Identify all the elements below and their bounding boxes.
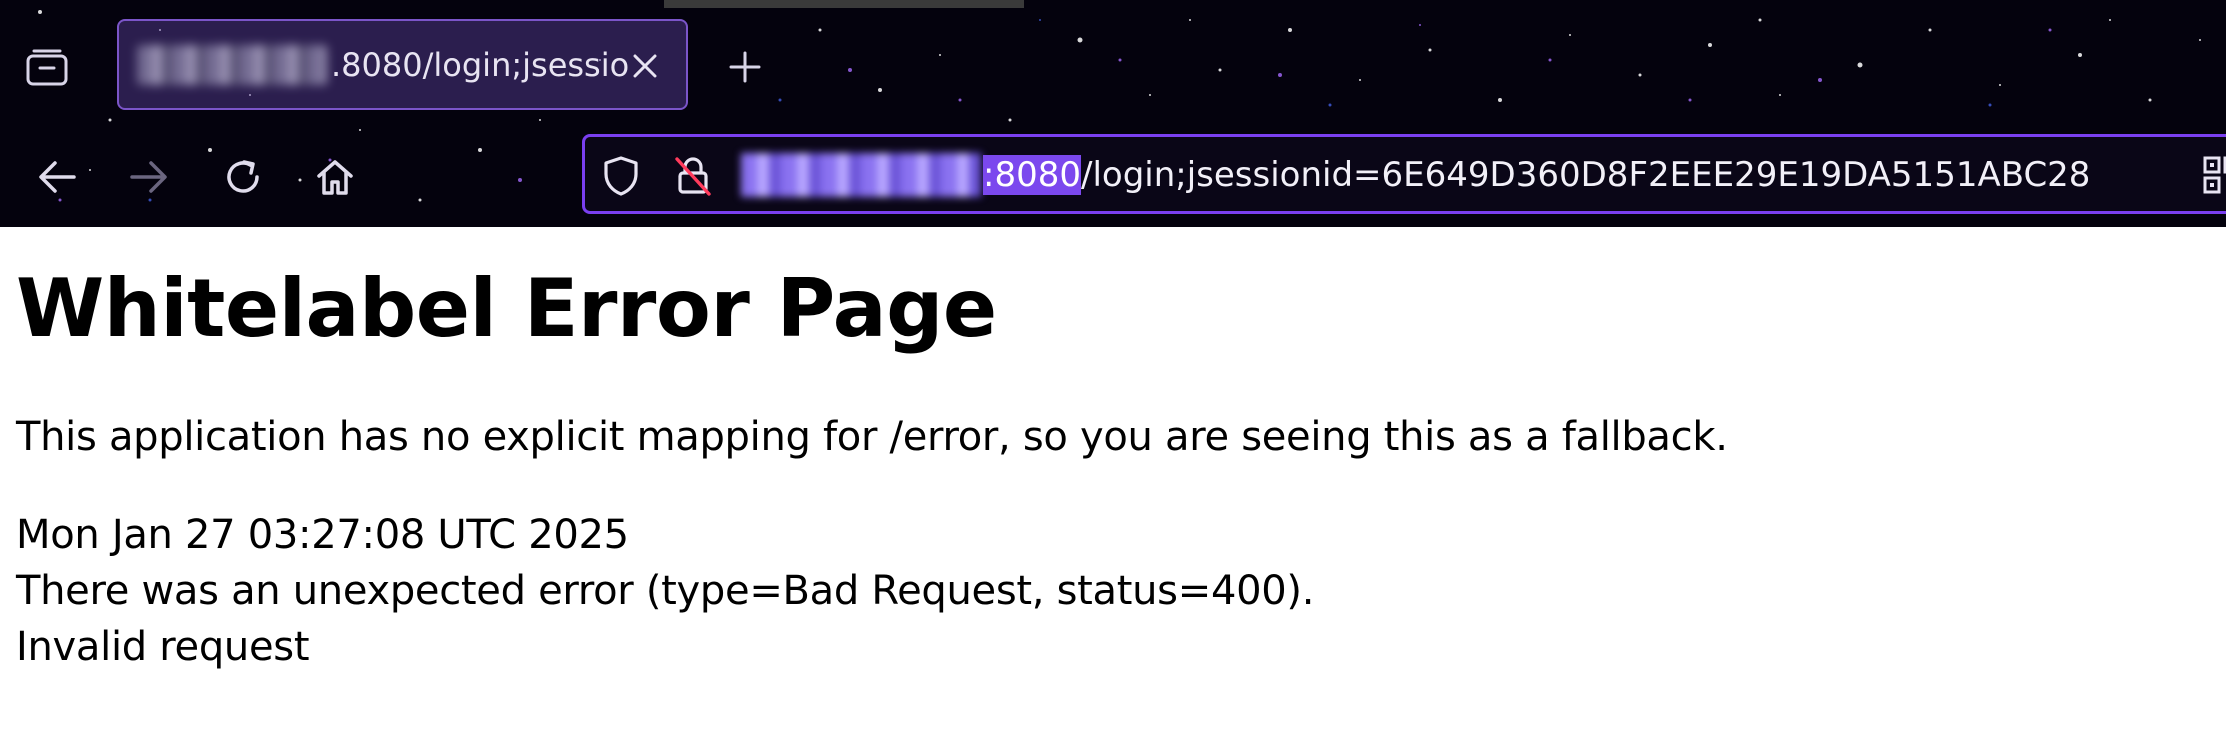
- error-message: This application has no explicit mapping…: [16, 414, 1728, 460]
- shield-icon[interactable]: [599, 154, 643, 198]
- browser-toolbar: .8080/login;jsessior:8080/login;jsessio…: [0, 0, 2226, 227]
- error-description: There was an unexpected error (type=Bad …: [16, 568, 1315, 614]
- page-title: Whitelabel Error Page: [16, 262, 997, 355]
- insecure-lock-icon[interactable]: [671, 154, 715, 198]
- error-timestamp: Mon Jan 27 03:27:08 UTC 2025: [16, 512, 629, 558]
- redacted-host: [137, 45, 327, 85]
- tab-list-icon: [26, 49, 68, 86]
- reload-icon: [227, 160, 259, 193]
- tab-active[interactable]: .8080/login;jsessior: [117, 19, 688, 110]
- home-icon: [317, 160, 353, 195]
- url-text: :8080/login;jsessionid=6E649D360D8F2EEE2…: [983, 152, 2090, 198]
- forward-button[interactable]: [122, 150, 176, 204]
- tab-title: .8080/login;jsessior: [331, 46, 631, 84]
- address-bar[interactable]: :8080/login;jsessionid=6E649D360D8F2EEE2…: [582, 134, 2226, 214]
- new-tab-button[interactable]: [722, 44, 768, 90]
- plus-icon: [729, 51, 761, 83]
- error-details: Mon Jan 27 03:27:08 UTC 2025 There was a…: [16, 507, 1314, 675]
- error-detail: Invalid request: [16, 624, 310, 670]
- arrow-left-icon: [39, 161, 76, 193]
- reload-button[interactable]: [216, 150, 270, 204]
- tab-list-button[interactable]: [22, 44, 72, 90]
- window-top-strip: [664, 0, 1024, 8]
- tab-close-button[interactable]: [628, 47, 662, 85]
- qr-code-icon[interactable]: [2202, 155, 2226, 195]
- url-port: :8080: [983, 155, 1081, 195]
- close-icon: [633, 54, 657, 78]
- redacted-host: [741, 153, 981, 197]
- arrow-right-icon: [130, 161, 167, 193]
- home-button[interactable]: [308, 150, 362, 204]
- url-path: /login;jsessionid=6E649D360D8F2EEE29E19D…: [1080, 155, 2091, 195]
- back-button[interactable]: [30, 150, 84, 204]
